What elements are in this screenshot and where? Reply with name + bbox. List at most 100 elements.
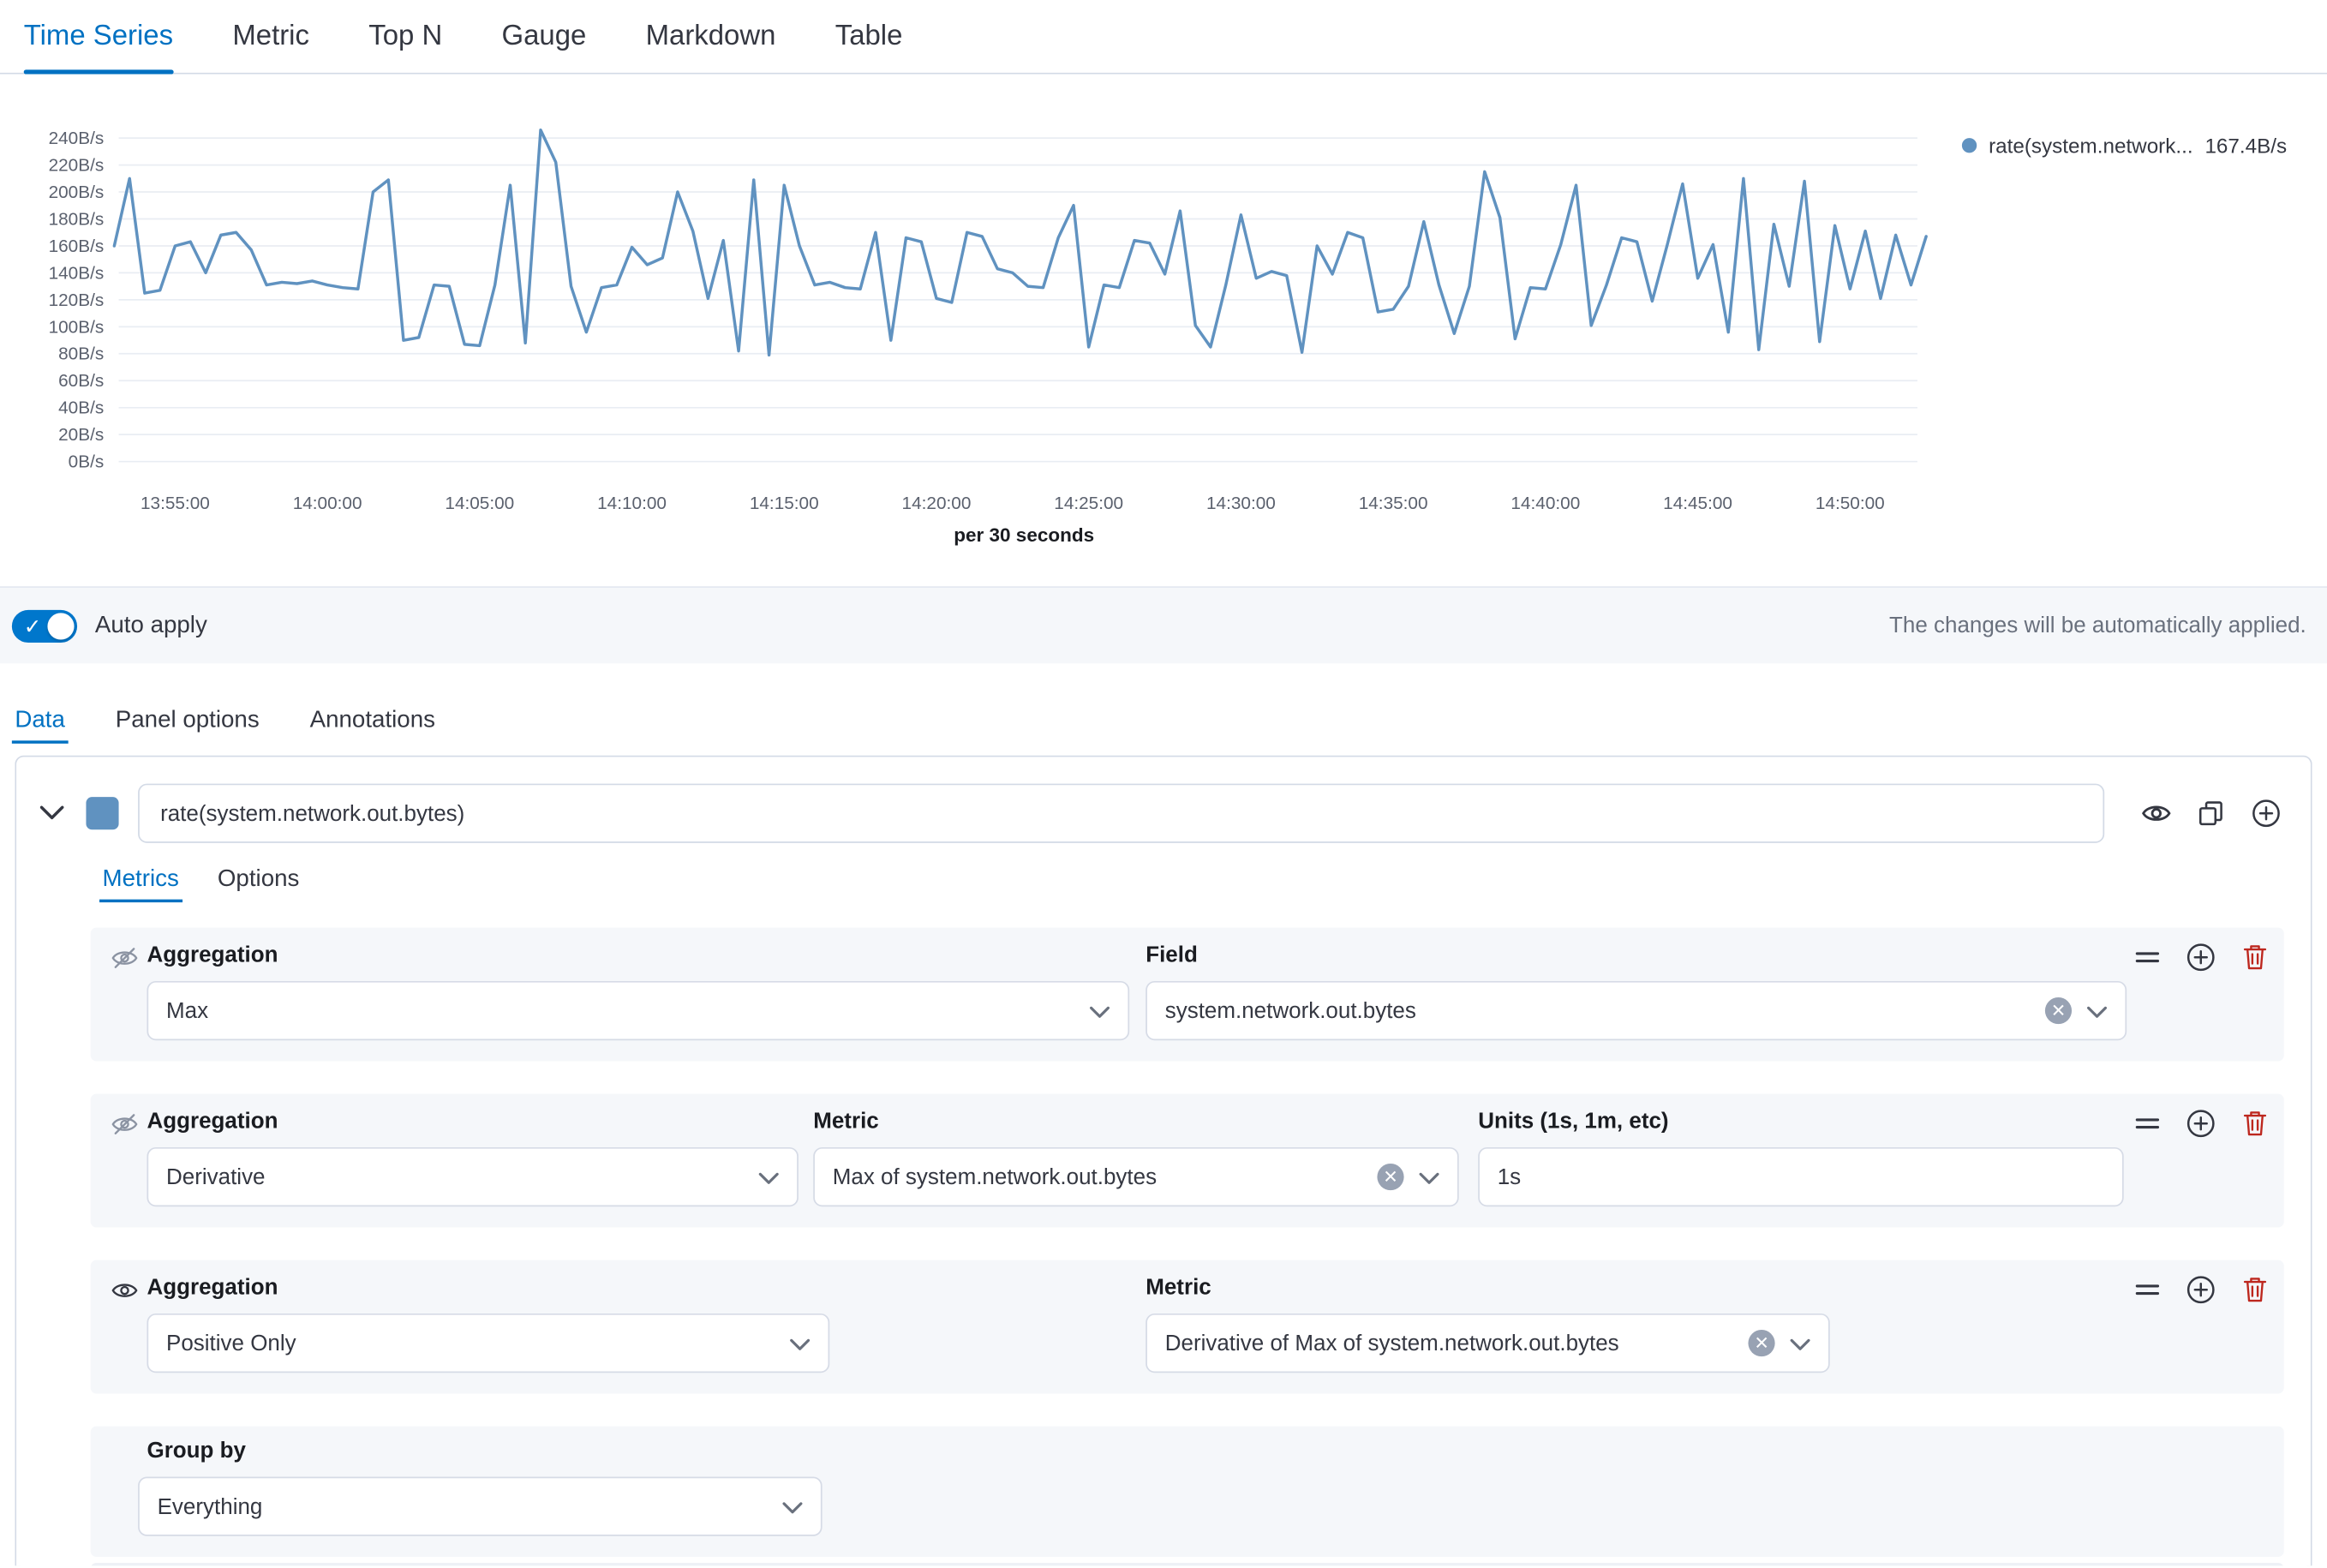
svg-text:14:00:00: 14:00:00 (293, 494, 362, 513)
svg-text:14:30:00: 14:30:00 (1206, 494, 1276, 513)
clear-selection-icon[interactable]: ✕ (2045, 997, 2072, 1024)
chevron-down-icon (758, 1164, 779, 1189)
svg-text:14:20:00: 14:20:00 (902, 494, 972, 513)
tab-table[interactable]: Table (835, 0, 903, 73)
timeseries-chart-section: 240B/s 220B/s 200B/s 180B/s 160B/s 140B/s 120B… (0, 75, 2327, 587)
tab-options[interactable]: Options (214, 861, 302, 907)
aggregation-select[interactable]: Positive Only (147, 1314, 829, 1373)
chevron-down-icon (1419, 1164, 1439, 1189)
series-label-input[interactable] (138, 784, 2104, 843)
aggregation-label: Aggregation (147, 1109, 798, 1134)
svg-text:220B/s: 220B/s (49, 156, 105, 176)
editor-section-tabs: Data Panel options Annotations (0, 663, 2327, 755)
row-actions (2133, 1109, 2269, 1139)
metric-combobox[interactable]: Derivative of Max of system.network.out.… (1146, 1314, 1830, 1373)
tab-top-n[interactable]: Top N (368, 0, 442, 73)
eye-slash-icon[interactable] (111, 1113, 138, 1143)
delete-metric-trash-icon[interactable] (2240, 1275, 2270, 1305)
eye-icon[interactable] (111, 1279, 138, 1309)
tab-annotations[interactable]: Annotations (307, 690, 438, 755)
toggle-series-visibility-eye-icon[interactable] (2141, 799, 2171, 829)
svg-text:180B/s: 180B/s (49, 209, 105, 229)
svg-text:14:25:00: 14:25:00 (1054, 494, 1123, 513)
svg-text:14:45:00: 14:45:00 (1663, 494, 1732, 513)
clone-series-copy-icon[interactable] (2197, 799, 2227, 829)
metric-combobox[interactable]: Max of system.network.out.bytes ✕ (813, 1147, 1458, 1206)
series-editor-panel: Metrics Options Aggregation Max Field sy… (15, 756, 2312, 1566)
chevron-down-icon (2086, 998, 2107, 1023)
visualization-type-tabs: Time Series Metric Top N Gauge Markdown … (0, 0, 2327, 75)
toggle-knob (47, 613, 74, 639)
chart-legend[interactable]: rate(system.network... 167.4B/s (1962, 134, 2287, 158)
collapse-chevron-icon[interactable] (37, 799, 67, 829)
group-by-select[interactable]: Everything (138, 1476, 823, 1535)
svg-text:160B/s: 160B/s (49, 236, 105, 256)
clear-selection-icon[interactable]: ✕ (1377, 1164, 1403, 1190)
field-label: Field (1146, 943, 2127, 967)
svg-text:240B/s: 240B/s (49, 129, 105, 148)
svg-text:14:35:00: 14:35:00 (1359, 494, 1428, 513)
field-combobox[interactable]: system.network.out.bytes ✕ (1146, 981, 2127, 1040)
group-by-label: Group by (147, 1438, 822, 1463)
tab-markdown[interactable]: Markdown (646, 0, 776, 73)
chevron-down-icon (1790, 1331, 1810, 1356)
svg-text:14:05:00: 14:05:00 (445, 494, 514, 513)
auto-apply-bar: ✓ Auto apply The changes will be automat… (0, 586, 2327, 663)
add-metric-plus-icon[interactable] (2186, 1275, 2216, 1305)
row-actions (2133, 943, 2269, 973)
svg-text:40B/s: 40B/s (58, 398, 104, 418)
svg-text:13:55:00: 13:55:00 (141, 494, 210, 513)
svg-text:200B/s: 200B/s (49, 183, 105, 202)
add-metric-plus-icon[interactable] (2186, 943, 2216, 973)
tab-data[interactable]: Data (12, 690, 68, 755)
auto-apply-toggle[interactable]: ✓ (12, 609, 77, 642)
legend-series-dot (1962, 138, 1977, 153)
metric-label: Metric (1146, 1275, 1830, 1300)
svg-text:0B/s: 0B/s (69, 452, 105, 472)
svg-text:14:10:00: 14:10:00 (597, 494, 667, 513)
svg-text:20B/s: 20B/s (58, 425, 104, 445)
tab-metrics[interactable]: Metrics (99, 861, 182, 907)
add-series-plus-icon[interactable] (2252, 799, 2282, 829)
chevron-down-icon (789, 1331, 810, 1356)
aggregation-label: Aggregation (147, 1275, 829, 1300)
svg-text:120B/s: 120B/s (49, 290, 105, 310)
aggregation-row: Aggregation Max Field system.network.out… (91, 928, 2284, 1062)
chevron-down-icon (782, 1493, 803, 1518)
svg-text:140B/s: 140B/s (49, 263, 105, 283)
aggregation-row: Aggregation Derivative Metric Max of sys… (91, 1094, 2284, 1228)
tab-panel-options[interactable]: Panel options (112, 690, 262, 755)
units-input[interactable] (1478, 1147, 2123, 1206)
tab-time-series[interactable]: Time Series (24, 0, 173, 73)
units-label: Units (1s, 1m, etc) (1478, 1109, 2123, 1134)
row-actions (2133, 1275, 2269, 1305)
series-header (16, 757, 2311, 842)
tsvb-editor: Time Series Metric Top N Gauge Markdown … (0, 0, 2327, 1567)
chevron-down-icon (1089, 998, 1110, 1023)
svg-text:14:15:00: 14:15:00 (750, 494, 819, 513)
group-by-row: Group by Everything (91, 1427, 2284, 1557)
add-metric-plus-icon[interactable] (2186, 1109, 2216, 1139)
svg-text:80B/s: 80B/s (58, 344, 104, 364)
drag-handle-icon[interactable] (2133, 943, 2162, 973)
svg-text:60B/s: 60B/s (58, 371, 104, 391)
drag-handle-icon[interactable] (2133, 1109, 2162, 1139)
delete-metric-trash-icon[interactable] (2240, 943, 2270, 973)
tab-gauge[interactable]: Gauge (502, 0, 587, 73)
legend-series-label: rate(system.network... (1989, 134, 2193, 158)
aggregation-select[interactable]: Derivative (147, 1147, 798, 1206)
legend-series-value: 167.4B/s (2204, 134, 2287, 158)
eye-slash-icon[interactable] (111, 947, 138, 977)
tab-metric[interactable]: Metric (232, 0, 309, 73)
next-section-strip (91, 1563, 2284, 1565)
delete-metric-trash-icon[interactable] (2240, 1109, 2270, 1139)
series-color-swatch[interactable] (86, 797, 118, 829)
svg-text:14:40:00: 14:40:00 (1510, 494, 1580, 513)
clear-selection-icon[interactable]: ✕ (1748, 1330, 1774, 1356)
aggregation-select[interactable]: Max (147, 981, 1129, 1040)
metric-label: Metric (813, 1109, 1458, 1134)
check-icon: ✓ (24, 613, 41, 639)
auto-apply-hint: The changes will be automatically applie… (1889, 613, 2306, 637)
drag-handle-icon[interactable] (2133, 1275, 2162, 1305)
aggregation-row: Aggregation Positive Only Metric Derivat… (91, 1260, 2284, 1394)
